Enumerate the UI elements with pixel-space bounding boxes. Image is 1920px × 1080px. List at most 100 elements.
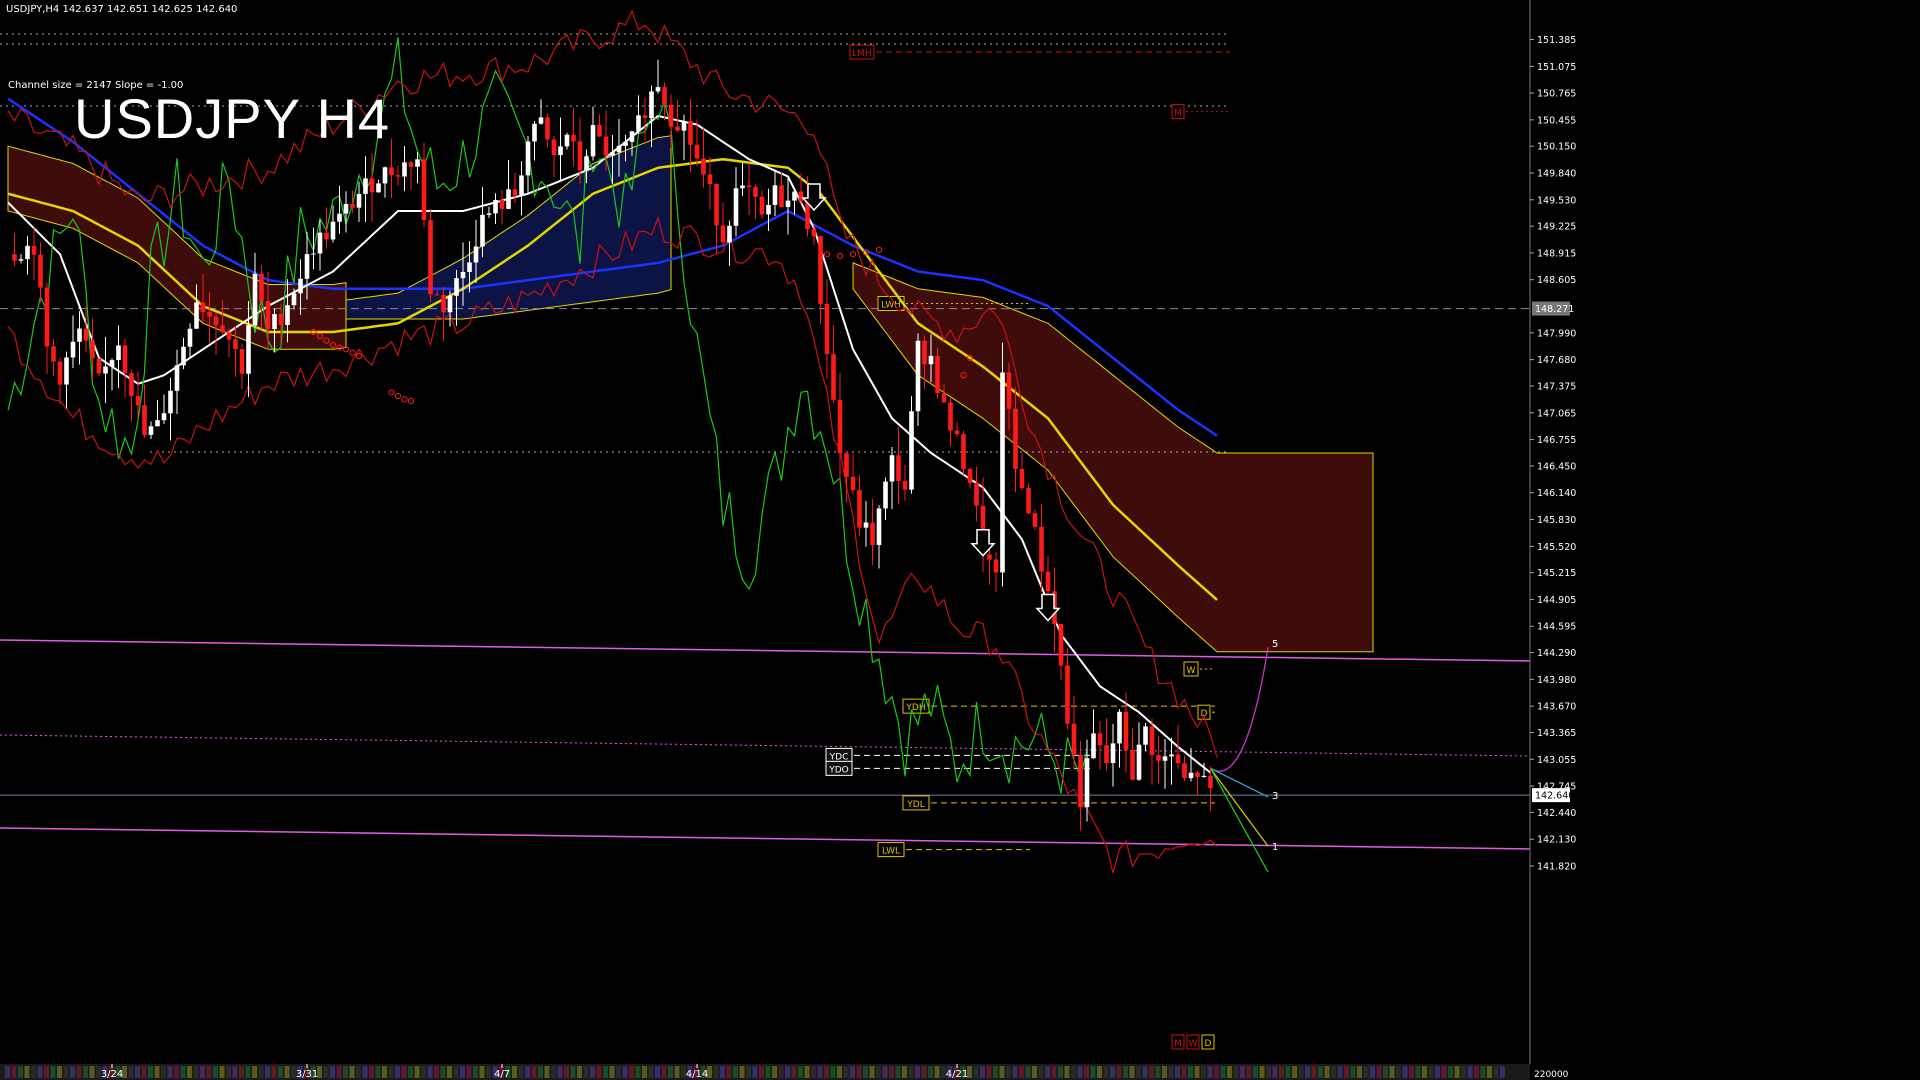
candle-bear <box>1026 488 1031 514</box>
candle-bull <box>376 183 381 193</box>
volume-strip <box>1188 1066 1193 1078</box>
candle-bull <box>109 360 115 367</box>
volume-strip <box>24 1066 30 1078</box>
candle-bull <box>311 253 316 255</box>
volume-strip <box>180 1066 186 1078</box>
candle-bull <box>863 522 869 528</box>
price-tick-label: 142.440 <box>1537 808 1576 819</box>
volume-scale-label: 220000 <box>1534 1070 1569 1080</box>
volume-strip <box>850 1066 855 1078</box>
price-tick-label: 145.830 <box>1537 515 1576 526</box>
volume-strip <box>1253 1066 1258 1078</box>
volume-strip <box>752 1066 758 1078</box>
price-tick-label: 147.990 <box>1537 328 1576 339</box>
volume-strip <box>1142 1066 1148 1078</box>
volume-strip <box>557 1066 563 1078</box>
volume-strip <box>583 1066 589 1078</box>
candle-bull <box>168 390 173 414</box>
candle-bear <box>545 117 550 140</box>
volume-strip <box>128 1066 134 1078</box>
candle-bear <box>818 236 823 304</box>
volume-strip <box>570 1066 576 1078</box>
chart-watermark-title: USDJPY H4 <box>74 87 391 150</box>
candle-bull <box>1201 775 1207 777</box>
candle-bear <box>701 158 706 175</box>
candle-bear <box>941 393 947 403</box>
volume-strip <box>785 1066 790 1078</box>
candle-bull <box>181 346 186 366</box>
volume-strip <box>635 1066 641 1078</box>
candle-bear <box>974 482 979 506</box>
volume-strip <box>1129 1066 1135 1078</box>
volume-strip <box>141 1066 147 1078</box>
candle-bear <box>1175 754 1181 764</box>
volume-strip <box>1370 1066 1375 1078</box>
candle-bear <box>831 354 836 400</box>
volume-strip <box>915 1066 920 1078</box>
volume-strip <box>1259 1066 1265 1078</box>
volume-strip <box>1448 1066 1453 1078</box>
volume-strip <box>330 1066 335 1078</box>
candle-bull <box>467 262 472 272</box>
price-chart[interactable]: LMHMLWHWYDHDYDCYDOYDLLWLM W D 531 151.3851… <box>0 0 1920 1080</box>
volume-strip <box>1077 1066 1083 1078</box>
level-label-w: W <box>1187 666 1196 676</box>
candle-bear <box>662 87 667 105</box>
volume-strip <box>1461 1066 1466 1078</box>
volume-strip <box>265 1066 270 1078</box>
volume-strip <box>1415 1066 1421 1078</box>
volume-strip <box>343 1066 348 1078</box>
bottom-tag-label: W <box>1189 1039 1198 1049</box>
candle-bear <box>746 185 752 188</box>
volume-strip <box>239 1066 244 1078</box>
candle-bull <box>655 87 661 92</box>
volume-strip <box>1480 1066 1486 1078</box>
price-tick-label: 147.065 <box>1537 408 1576 419</box>
candle-bear <box>1032 513 1038 527</box>
volume-strip <box>603 1066 608 1078</box>
volume-strip <box>817 1066 823 1078</box>
volume-strip <box>1103 1066 1109 1078</box>
volume-strip <box>1045 1066 1050 1078</box>
candle-bear <box>38 254 43 288</box>
volume-strip <box>1422 1066 1427 1078</box>
volume-strip <box>934 1066 940 1078</box>
volume-strip <box>590 1066 595 1078</box>
crosshair-price-label: 148.271 <box>1535 304 1574 315</box>
level-label-lwl: LWL <box>882 847 900 857</box>
candle-bear <box>90 340 95 359</box>
volume-strip <box>531 1066 537 1078</box>
volume-strip <box>362 1066 368 1078</box>
candle-bull <box>538 117 544 124</box>
volume-strip <box>882 1066 888 1078</box>
volume-strip <box>1058 1066 1063 1078</box>
volume-strip <box>1175 1066 1180 1078</box>
volume-strip <box>759 1066 764 1078</box>
candle-bull <box>772 185 778 205</box>
volume-strip <box>609 1066 615 1078</box>
volume-strip <box>824 1066 829 1078</box>
volume-strip <box>1227 1066 1232 1078</box>
candle-bear <box>850 476 856 491</box>
candle-bear <box>441 294 446 313</box>
volume-strip <box>1279 1066 1284 1078</box>
candle-bull <box>590 125 596 157</box>
volume-strip <box>460 1066 465 1078</box>
candle-bear <box>1071 723 1077 756</box>
volume-strip <box>382 1066 387 1078</box>
volume-strip <box>986 1066 992 1078</box>
candle-bull <box>610 152 615 156</box>
candle-bull <box>486 213 492 215</box>
price-tick-label: 142.130 <box>1537 835 1576 846</box>
candle-bull <box>629 131 635 142</box>
candle-bull <box>161 413 167 421</box>
time-tick-label: 4/21 <box>946 1069 968 1080</box>
volume-strip <box>434 1066 439 1078</box>
candle-bull <box>1084 758 1090 808</box>
candle-bear <box>954 430 960 435</box>
current-price-label: 142.640 <box>1535 791 1574 802</box>
volume-strip <box>1337 1066 1343 1078</box>
candle-bear <box>1149 726 1155 755</box>
candle-bear <box>902 481 908 490</box>
candle-bull <box>519 175 524 196</box>
